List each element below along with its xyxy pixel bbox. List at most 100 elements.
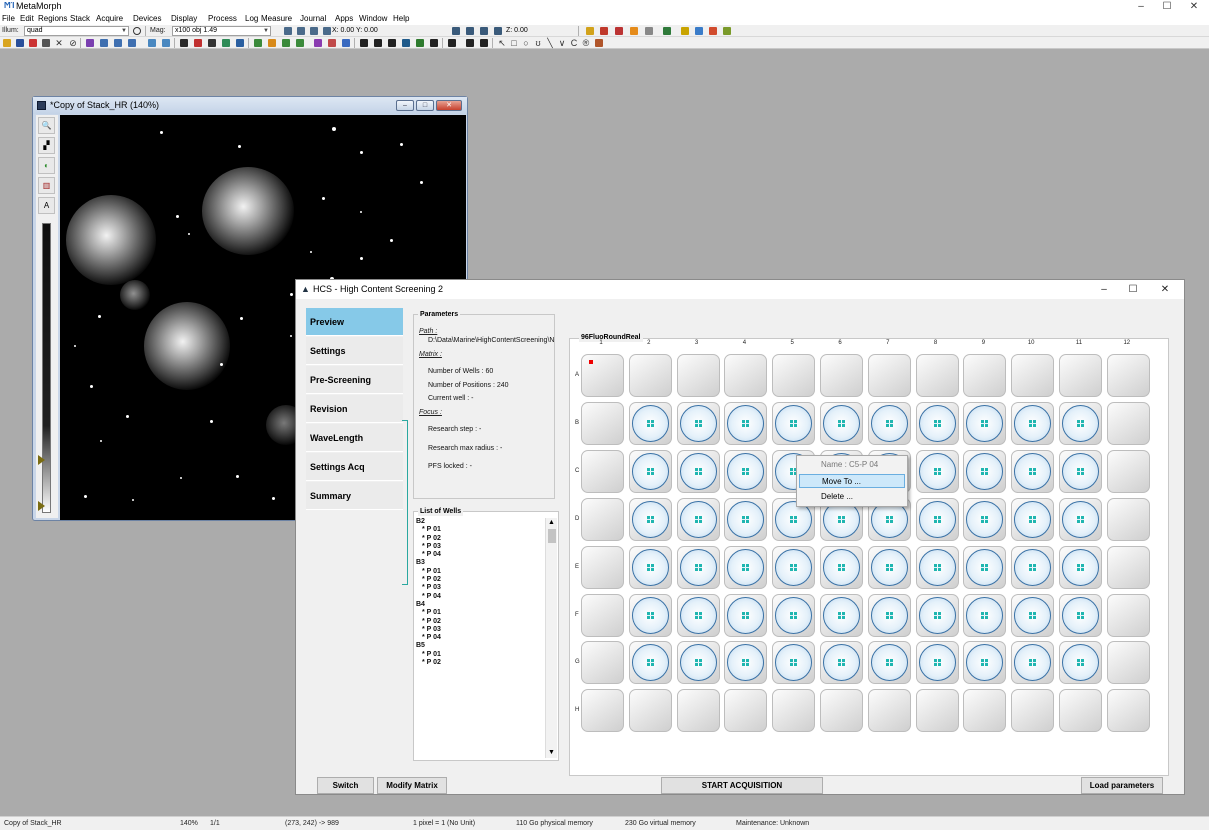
binoculars-icon[interactable] <box>208 39 216 47</box>
well[interactable] <box>676 593 720 637</box>
well[interactable] <box>915 689 959 733</box>
well[interactable] <box>1011 689 1055 733</box>
tool-icon[interactable] <box>254 39 262 47</box>
well[interactable] <box>1059 593 1102 637</box>
well[interactable] <box>581 449 624 493</box>
tool-icon[interactable] <box>430 39 438 47</box>
menu-process[interactable]: Process <box>208 13 237 25</box>
position-item[interactable]: * P 03 <box>416 584 544 592</box>
well[interactable] <box>820 641 863 685</box>
well[interactable] <box>581 641 624 685</box>
well[interactable] <box>676 401 720 445</box>
well[interactable] <box>963 497 1007 541</box>
maximize-button[interactable]: ☐ <box>1153 0 1181 13</box>
well[interactable] <box>1059 354 1102 397</box>
well[interactable] <box>1011 545 1055 589</box>
well[interactable] <box>915 449 959 493</box>
well[interactable] <box>724 545 768 589</box>
well[interactable] <box>1059 497 1102 541</box>
menu-log[interactable]: Log <box>245 13 258 25</box>
well[interactable] <box>820 689 863 733</box>
tool-icon[interactable] <box>709 27 717 35</box>
well[interactable] <box>915 545 959 589</box>
well-header[interactable]: B2 <box>416 518 544 526</box>
polyline-icon[interactable]: ∨ <box>557 38 567 48</box>
tool-icon[interactable] <box>630 27 638 35</box>
well[interactable] <box>724 641 768 685</box>
well[interactable] <box>820 401 863 445</box>
tool-icon[interactable] <box>342 39 350 47</box>
menu-measure[interactable]: Measure <box>261 13 292 25</box>
acquire-icon[interactable]: ⊘ <box>68 38 78 48</box>
scroll-up-icon[interactable]: ▲ <box>546 518 557 528</box>
well[interactable] <box>628 641 672 685</box>
tool-icon[interactable] <box>314 39 322 47</box>
start-acquisition-button[interactable]: START ACQUISITION <box>661 777 823 794</box>
tool-icon[interactable] <box>114 39 122 47</box>
well[interactable] <box>676 449 720 493</box>
tool-icon[interactable] <box>448 39 456 47</box>
well[interactable] <box>963 593 1007 637</box>
position-item[interactable]: * P 02 <box>416 576 544 584</box>
well[interactable] <box>963 545 1007 589</box>
well[interactable] <box>772 689 816 733</box>
tool-icon[interactable] <box>645 27 653 35</box>
menu-devices[interactable]: Devices <box>133 13 161 25</box>
tab-wavelength[interactable]: WaveLength <box>306 424 403 452</box>
well[interactable] <box>1106 545 1150 589</box>
well[interactable] <box>581 497 624 541</box>
position-item[interactable]: * P 02 <box>416 618 544 626</box>
well[interactable] <box>724 354 768 397</box>
pencil-icon[interactable] <box>600 27 608 35</box>
menu-window[interactable]: Window <box>359 13 387 25</box>
shutter-icon[interactable] <box>133 27 141 35</box>
switch-button[interactable]: Switch <box>317 777 374 794</box>
menu-edit[interactable]: Edit <box>20 13 34 25</box>
well[interactable] <box>581 689 624 733</box>
tab-settings-acq[interactable]: Settings Acq <box>306 453 403 481</box>
tool-icon[interactable] <box>328 39 336 47</box>
tool-icon[interactable]: ® <box>581 38 591 48</box>
focus-icon[interactable] <box>494 27 502 35</box>
image-maximize-button[interactable]: □ <box>416 100 434 111</box>
well[interactable] <box>724 593 768 637</box>
well[interactable] <box>915 593 959 637</box>
well[interactable] <box>772 545 816 589</box>
tool-icon[interactable] <box>128 39 136 47</box>
print-icon[interactable] <box>42 39 50 47</box>
line-icon[interactable]: ╲ <box>545 38 555 48</box>
tab-pre-screening[interactable]: Pre-Screening <box>306 366 403 394</box>
well[interactable] <box>581 354 624 397</box>
intensity-scale[interactable] <box>42 223 51 513</box>
position-item[interactable]: * P 04 <box>416 634 544 642</box>
focus-icon[interactable] <box>452 27 460 35</box>
image-close-button[interactable]: ✕ <box>436 100 462 111</box>
well[interactable] <box>867 641 911 685</box>
tool-icon[interactable] <box>374 39 382 47</box>
well[interactable] <box>963 354 1007 397</box>
stage-icon[interactable] <box>284 27 292 35</box>
well[interactable] <box>724 449 768 493</box>
tool-icon[interactable] <box>296 39 304 47</box>
tool-icon[interactable] <box>663 27 671 35</box>
upper-level-handle[interactable] <box>38 455 45 465</box>
menu-regions[interactable]: Regions <box>38 13 67 25</box>
position-item[interactable]: * P 02 <box>416 659 544 667</box>
well[interactable] <box>581 401 624 445</box>
tool-icon[interactable] <box>222 39 230 47</box>
well[interactable] <box>676 641 720 685</box>
tool-icon[interactable] <box>86 39 94 47</box>
tab-preview[interactable]: Preview <box>306 308 403 336</box>
well[interactable] <box>867 401 911 445</box>
freehand-icon[interactable]: ʊ <box>533 38 543 48</box>
menu-help[interactable]: Help <box>393 13 409 25</box>
select-arrow-icon[interactable]: ↖ <box>497 38 507 48</box>
well[interactable] <box>1106 689 1150 733</box>
pan-icon[interactable]: ▞ <box>38 137 55 154</box>
tool-icon[interactable] <box>480 39 488 47</box>
open-icon[interactable] <box>3 39 11 47</box>
well[interactable] <box>820 354 863 397</box>
wells-scrollbar[interactable]: ▲ ▼ <box>545 518 557 758</box>
well[interactable] <box>628 354 672 397</box>
well-header[interactable]: B3 <box>416 559 544 567</box>
